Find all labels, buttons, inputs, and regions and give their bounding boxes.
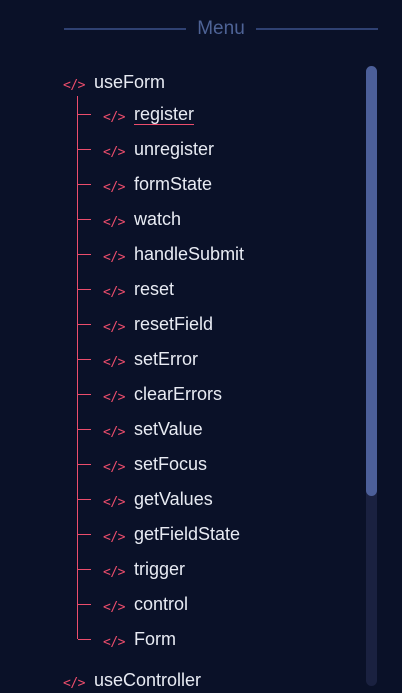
tree-branch xyxy=(78,218,91,220)
menu-item-label: Form xyxy=(133,629,176,649)
scrollbar-thumb[interactable] xyxy=(366,66,377,496)
code-icon: </> xyxy=(103,459,125,475)
menu-item-getvalues[interactable]: </> getValues xyxy=(78,486,213,512)
menu-item-clearerrors[interactable]: </> clearErrors xyxy=(78,381,222,407)
tree-branch xyxy=(78,568,91,570)
menu-group-label: useForm xyxy=(93,72,165,92)
menu-item-control[interactable]: </> control xyxy=(78,591,188,617)
code-icon: </> xyxy=(103,564,125,580)
menu-item-label: control xyxy=(133,594,189,614)
code-icon: </> xyxy=(103,599,125,615)
tree-branch xyxy=(78,183,91,185)
menu-item-resetfield[interactable]: </> resetField xyxy=(78,311,213,337)
menu-group-useform[interactable]: </> useForm xyxy=(63,69,165,95)
menu-item-label: reset xyxy=(133,279,175,299)
menu-group-label: useController xyxy=(93,670,202,690)
tree-branch xyxy=(78,113,91,115)
code-icon: </> xyxy=(103,214,125,230)
menu-item-label: setFocus xyxy=(133,454,208,474)
code-icon: </> xyxy=(63,675,85,691)
menu-item-setfocus[interactable]: </> setFocus xyxy=(78,451,207,477)
tree-branch xyxy=(78,358,91,360)
menu-group-usecontroller[interactable]: </> useController xyxy=(63,667,201,693)
menu-item-label: getFieldState xyxy=(133,524,241,544)
code-icon: </> xyxy=(103,634,125,650)
menu-item-watch[interactable]: </> watch xyxy=(78,206,181,232)
code-icon: </> xyxy=(103,284,125,300)
menu-item-unregister[interactable]: </> unregister xyxy=(78,136,214,162)
tree-branch xyxy=(78,638,91,640)
menu-item-formstate[interactable]: </> formState xyxy=(78,171,212,197)
menu-item-label: formState xyxy=(133,174,213,194)
tree-branch xyxy=(78,498,91,500)
menu-item-trigger[interactable]: </> trigger xyxy=(78,556,185,582)
code-icon: </> xyxy=(103,424,125,440)
side-menu: </> useForm </> register </> unregister … xyxy=(0,0,360,691)
tree-branch xyxy=(78,253,91,255)
code-icon: </> xyxy=(103,319,125,335)
menu-item-label: resetField xyxy=(133,314,214,334)
tree-branch xyxy=(78,323,91,325)
scrollbar-track[interactable] xyxy=(366,66,377,686)
tree-branch xyxy=(78,393,91,395)
code-icon: </> xyxy=(103,144,125,160)
menu-item-seterror[interactable]: </> setError xyxy=(78,346,198,372)
code-icon: </> xyxy=(103,494,125,510)
code-icon: </> xyxy=(103,529,125,545)
code-icon: </> xyxy=(103,249,125,265)
tree-branch xyxy=(78,603,91,605)
menu-item-label: getValues xyxy=(133,489,213,509)
code-icon: </> xyxy=(103,109,125,125)
tree-branch xyxy=(78,533,91,535)
code-icon: </> xyxy=(63,77,85,93)
code-icon: </> xyxy=(103,179,125,195)
menu-item-handlesubmit[interactable]: </> handleSubmit xyxy=(78,241,244,267)
menu-item-label: register xyxy=(133,103,195,125)
tree-branch xyxy=(78,463,91,465)
menu-item-register[interactable]: </> register xyxy=(78,101,195,127)
tree-branch xyxy=(78,288,91,290)
tree-branch xyxy=(78,148,91,150)
menu-item-form[interactable]: </> Form xyxy=(78,626,176,652)
menu-item-reset[interactable]: </> reset xyxy=(78,276,174,302)
menu-item-getfieldstate[interactable]: </> getFieldState xyxy=(78,521,240,547)
menu-item-label: setValue xyxy=(133,419,203,439)
menu-item-setvalue[interactable]: </> setValue xyxy=(78,416,203,442)
menu-item-label: handleSubmit xyxy=(133,244,245,264)
menu-item-label: watch xyxy=(133,209,182,229)
code-icon: </> xyxy=(103,354,125,370)
tree-branch xyxy=(78,428,91,430)
menu-item-label: trigger xyxy=(133,559,186,579)
menu-item-label: setError xyxy=(133,349,198,369)
menu-item-label: unregister xyxy=(133,139,215,159)
code-icon: </> xyxy=(103,389,125,405)
menu-item-label: clearErrors xyxy=(133,384,222,404)
